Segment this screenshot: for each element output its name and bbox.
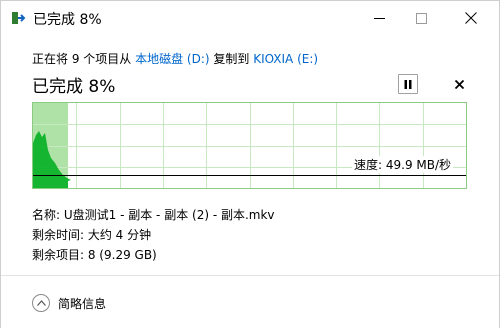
source-link[interactable]: 本地磁盘 (D:): [135, 52, 209, 66]
time-remaining-row: 剩余时间: 大约 4 分钟: [32, 228, 152, 242]
copy-progress-window: 已完成 8% 正在将 9 个项目从 本地磁盘 (D:) 复制到 KIOXIA (…: [0, 0, 500, 328]
status-prefix: 正在将 9 个项目从: [32, 52, 136, 66]
pause-button[interactable]: [398, 74, 418, 94]
chevron-up-icon: [32, 294, 50, 312]
close-icon: [454, 79, 464, 89]
fewer-details-toggle[interactable]: 简略信息: [32, 293, 106, 313]
status-middle: 复制到: [209, 52, 254, 66]
copy-arrow-icon: [12, 12, 26, 24]
title-bar: 已完成 8%: [1, 1, 499, 35]
pause-icon: [404, 79, 412, 89]
maximize-button[interactable]: [397, 1, 445, 35]
minimize-button[interactable]: [355, 1, 403, 35]
minimize-icon: [373, 17, 385, 19]
copy-status-line: 正在将 9 个项目从 本地磁盘 (D:) 复制到 KIOXIA (E:): [32, 50, 318, 67]
cancel-button[interactable]: [449, 74, 469, 94]
file-name-row: 名称: U盘测试1 - 副本 - 副本 (2) - 副本.mkv: [32, 208, 275, 222]
speed-readout: 速度: 49.9 MB/秒: [352, 156, 454, 173]
close-icon: [465, 12, 477, 24]
close-window-button[interactable]: [447, 1, 495, 35]
progress-title: 已完成 8%: [32, 77, 116, 97]
footer: 简略信息: [1, 275, 499, 328]
transfer-speed-graph: [32, 102, 467, 189]
window-title: 已完成 8%: [33, 12, 102, 28]
fewer-details-label: 简略信息: [58, 296, 107, 311]
destination-link[interactable]: KIOXIA (E:): [253, 52, 318, 66]
maximize-icon: [415, 12, 427, 24]
speed-graph-canvas: [33, 103, 466, 188]
items-remaining-row: 剩余项目: 8 (9.29 GB): [32, 248, 157, 262]
